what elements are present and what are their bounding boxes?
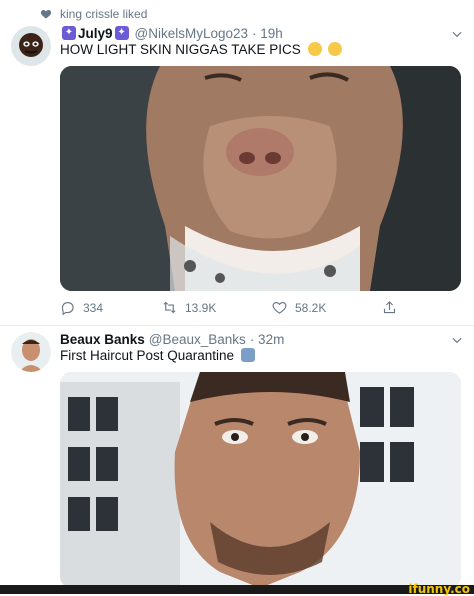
heart-icon [40,10,52,19]
chevron-down-icon[interactable] [450,27,464,41]
avatar-image [11,26,51,66]
like-count: 58.2K [295,300,327,315]
badge-icon: ✦ [114,26,129,40]
share-button[interactable] [382,300,405,315]
handle[interactable]: @Beaux_Banks [149,332,246,347]
tweet-actions: 334 13.9K 58.2K [0,300,474,318]
display-name[interactable]: July9 [78,26,113,41]
dog-photo [60,66,461,291]
tweet-text: First Haircut Post Quarantine [60,348,255,366]
watermark-bar [0,585,474,594]
chevron-down-icon[interactable] [450,333,464,347]
tweet-header: Beaux Banks @Beaux_Banks · 32m [60,331,284,347]
like-button[interactable]: 58.2K [272,300,326,315]
badge-icon: ✦ [62,26,76,40]
avatar-image [11,332,51,372]
reply-icon [61,301,74,315]
tweet-body: HOW LIGHT SKIN NIGGAS TAKE PICS [60,42,301,57]
reply-count: 334 [83,300,104,315]
liked-by-text: king crissle liked [60,7,148,21]
timestamp[interactable]: · 19h [252,26,283,41]
tweet-text: HOW LIGHT SKIN NIGGAS TAKE PICS [60,42,343,60]
reply-button[interactable]: 334 [60,300,103,315]
tweet-divider [0,325,474,326]
tweet-body: First Haircut Post Quarantine [60,348,235,363]
tweet-media[interactable] [60,372,461,588]
share-icon [383,301,396,314]
display-name[interactable]: Beaux Banks [60,332,145,347]
timestamp[interactable]: · 32m [250,332,285,347]
laughing-emoji-icon [307,42,322,56]
rofl-emoji-icon [328,42,343,56]
handle[interactable]: @NikelsMyLogo23 [135,26,249,41]
liked-by-row: king crissle liked [40,6,147,22]
avatar[interactable] [11,26,51,66]
tweet-media[interactable] [60,66,461,291]
haircut-emoji-icon [240,348,255,362]
retweet-count: 13.9K [185,300,217,315]
avatar[interactable] [11,332,51,372]
tweet-header: ✦ July9 ✦ @NikelsMyLogo23 · 19h [60,25,283,41]
retweet-icon [163,301,176,314]
like-icon [272,301,287,314]
selfie-photo [60,372,461,588]
retweet-button[interactable]: 13.9K [162,300,216,315]
